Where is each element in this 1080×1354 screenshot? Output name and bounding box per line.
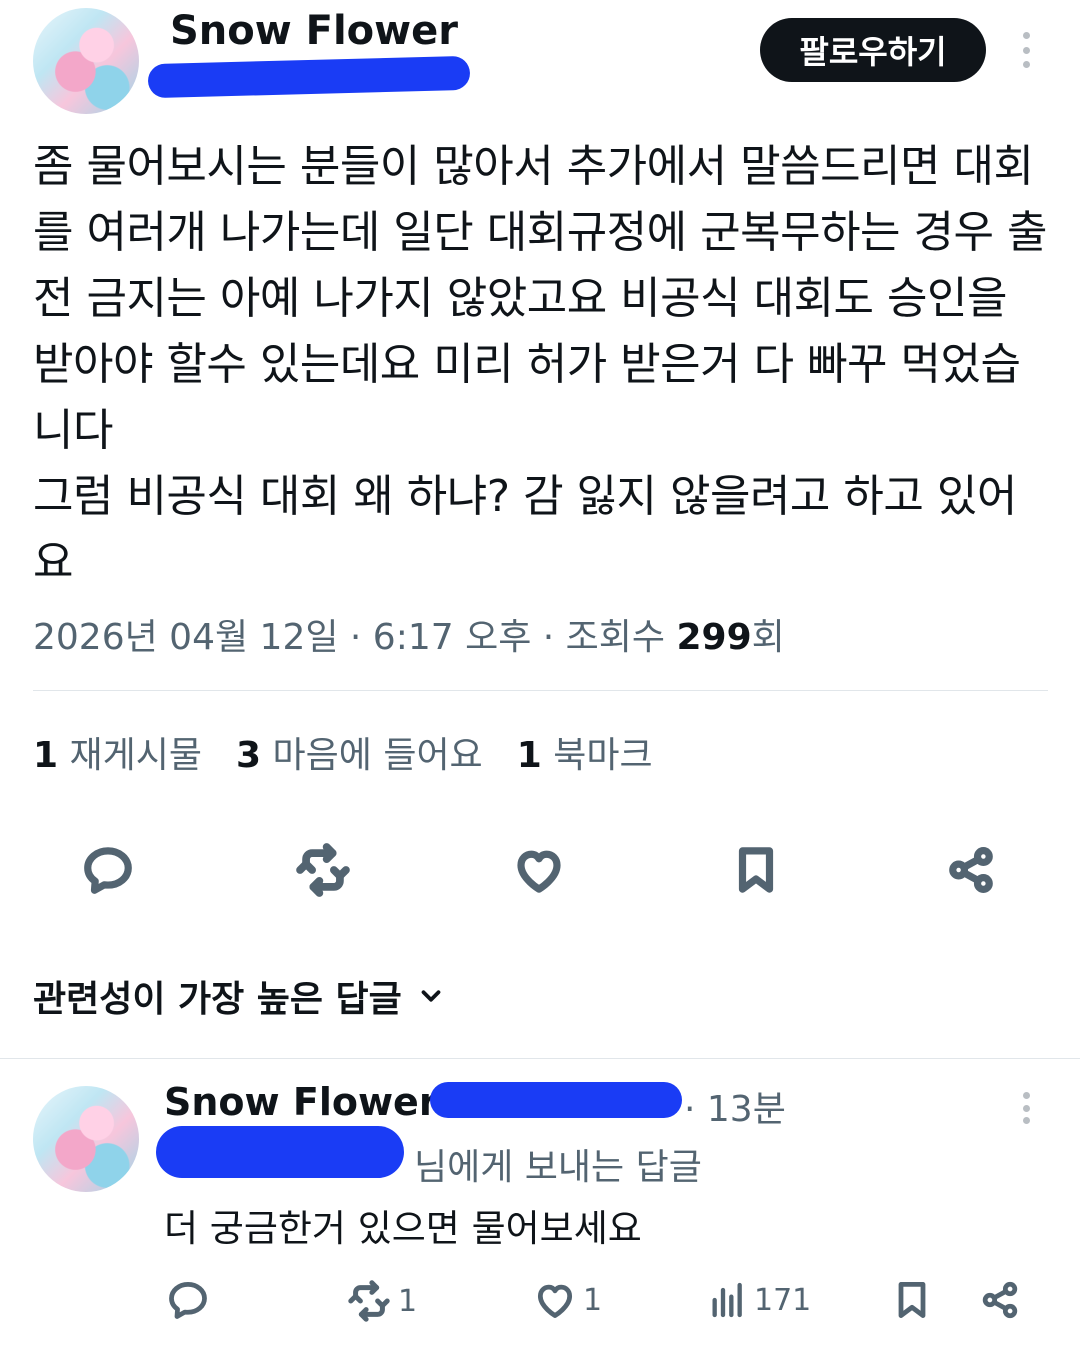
tweet-stats: 1 재게시물 3 마음에 들어요 1 북마크 (33, 726, 653, 778)
replies-sort-dropdown[interactable]: 관련성이 가장 높은 답글 (33, 970, 446, 1022)
retweet-icon (296, 843, 350, 897)
divider (33, 690, 1048, 691)
redacted-reply-handle (430, 1082, 682, 1118)
reply-more-options-icon[interactable] (1016, 1092, 1036, 1124)
reply-views-button[interactable]: 171 (708, 1278, 811, 1322)
bookmark-icon (738, 847, 774, 893)
reply-icon (169, 1282, 207, 1319)
reply-icon (84, 847, 132, 894)
view-count-suffix: 회 (751, 617, 785, 658)
retweet-button[interactable] (293, 840, 353, 900)
reply-view-count: 171 (754, 1282, 812, 1318)
retweets-stat[interactable]: 1 재게시물 (33, 726, 202, 778)
analytics-icon (712, 1282, 742, 1318)
bookmark-icon (898, 1282, 926, 1318)
tweet-timestamp: 2026년 04월 12일 · 6:17 오후 · 조회수 299회 (33, 608, 785, 660)
reply-bookmark-button[interactable] (890, 1278, 934, 1322)
follow-button[interactable]: 팔로우하기 (760, 18, 986, 82)
author-name[interactable]: Snow Flower (170, 8, 458, 54)
replying-to-label: 님에게 보내는 답글 (414, 1147, 702, 1188)
bookmarks-stat[interactable]: 1 북마크 (517, 726, 653, 778)
heart-icon (537, 1284, 573, 1318)
reply-text: 더 궁금한거 있으면 물어보세요 (164, 1207, 642, 1250)
heart-icon (517, 850, 561, 893)
tweet-text: 좀 물어보시는 분들이 많아서 추가에서 말씀드리면 대회를 여러개 나가는데 … (33, 141, 1047, 588)
timestamp-text: 2026년 04월 12일 · 6:17 오후 · 조회수 (33, 617, 677, 658)
divider (0, 1058, 1080, 1059)
share-icon (949, 847, 993, 893)
chevron-down-icon (421, 990, 441, 1002)
reply-like-count: 1 (583, 1282, 603, 1318)
like-button[interactable] (509, 840, 569, 900)
retweet-icon (348, 1280, 390, 1322)
more-options-icon[interactable] (1016, 32, 1036, 68)
reply-like-button[interactable]: 1 (533, 1278, 602, 1322)
reply-author-avatar[interactable] (33, 1086, 139, 1192)
redacted-replying-to (156, 1126, 404, 1178)
likes-stat[interactable]: 3 마음에 들어요 (236, 726, 483, 778)
replies-sort-label: 관련성이 가장 높은 답글 (33, 979, 402, 1020)
reply-reply-button[interactable] (166, 1278, 210, 1322)
author-avatar[interactable] (33, 8, 139, 114)
share-icon (982, 1281, 1018, 1319)
view-count: 299 (676, 617, 752, 658)
reply-time: · 13분 (684, 1089, 786, 1130)
redacted-handle (147, 55, 471, 99)
reply-share-button[interactable] (978, 1278, 1022, 1322)
reply-button[interactable] (78, 840, 138, 900)
reply-author-name[interactable]: Snow Flower (164, 1080, 438, 1124)
reply-retweet-count: 1 (398, 1283, 418, 1319)
reply-retweet-button[interactable]: 1 (346, 1278, 417, 1324)
share-button[interactable] (941, 840, 1001, 900)
bookmark-button[interactable] (726, 840, 786, 900)
